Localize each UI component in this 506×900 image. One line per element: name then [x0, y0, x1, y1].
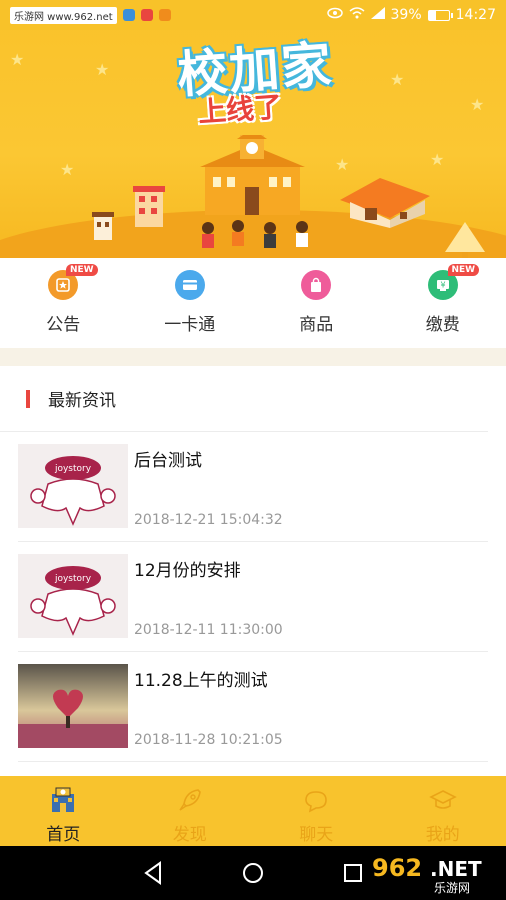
building-illustration	[133, 186, 165, 227]
star-decoration: ★	[390, 70, 405, 89]
news-item[interactable]: joystory 后台测试 2018-12-21 15:04:32	[18, 432, 488, 542]
new-badge: NEW	[66, 264, 98, 276]
quick-menu-goods[interactable]: 商品	[253, 258, 380, 348]
quick-menu-card[interactable]: 一卡通	[127, 258, 254, 348]
quick-menu: NEW 公告 一卡通 商品 NEW ¥ 缴费	[0, 258, 506, 348]
app-notification-icon	[158, 9, 171, 21]
banner-subtitle: 上线了	[197, 90, 284, 129]
news-item[interactable]: joystory 12月份的安排 2018-12-11 11:30:00	[18, 542, 488, 652]
building-illustration	[92, 212, 114, 240]
star-decoration: ★	[470, 95, 485, 114]
back-button[interactable]	[103, 861, 203, 885]
news-title: 12月份的安排	[134, 561, 241, 581]
battery-percent: 39%	[390, 7, 422, 23]
svg-text:乐游网: 乐游网	[434, 881, 470, 895]
962-watermark-logo: 962 .NET 乐游网	[368, 850, 498, 896]
heart-tree-thumbnail	[18, 664, 128, 748]
quick-menu-label: 一卡通	[164, 315, 216, 335]
tab-label: 聊天	[299, 825, 334, 845]
clock: 14:27	[455, 7, 496, 23]
joystory-thumbnail: joystory	[18, 444, 128, 528]
star-decoration: ★	[335, 155, 350, 174]
header-accent-bar	[26, 389, 30, 408]
news-date: 2018-11-28 10:21:05	[134, 732, 283, 748]
news-header-title: 最新资讯	[48, 391, 116, 411]
tree-illustration	[445, 222, 485, 258]
chat-icon	[305, 791, 328, 813]
system-nav-bar: 962 .NET 乐游网	[0, 846, 506, 900]
signal-icon	[370, 7, 385, 23]
house-illustration	[340, 178, 430, 228]
svg-text:joystory: joystory	[54, 574, 92, 584]
new-badge: NEW	[447, 264, 480, 276]
app-notification-icon	[122, 9, 135, 21]
quick-menu-label: 公告	[46, 315, 81, 335]
battery-icon	[427, 9, 453, 21]
tab-chat[interactable]: 聊天	[253, 776, 380, 846]
news-item[interactable]: 11.28上午的测试 2018-11-28 10:21:05	[18, 652, 488, 762]
quick-menu-label: 商品	[299, 315, 334, 335]
news-date: 2018-12-11 11:30:00	[134, 622, 283, 638]
students-illustration	[202, 220, 308, 248]
news-date: 2018-12-21 15:04:32	[134, 512, 283, 528]
svg-text:¥: ¥	[440, 281, 445, 290]
eye-icon	[326, 7, 343, 23]
tab-label: 首页	[46, 825, 81, 845]
site-watermark: 乐游网 www.962.net	[10, 6, 117, 24]
star-decoration: ★	[10, 50, 25, 69]
home-button[interactable]	[203, 861, 303, 885]
bottom-tab-bar: 首页 发现 聊天 我的	[0, 776, 506, 846]
tab-discover[interactable]: 发现	[127, 776, 254, 846]
tab-home[interactable]: 首页	[0, 776, 127, 846]
shopping-bag-icon	[301, 270, 332, 300]
star-decoration: ★	[430, 150, 445, 169]
status-bar: 乐游网 www.962.net 39% 14:27	[0, 0, 506, 30]
card-icon	[174, 270, 205, 300]
news-title: 11.28上午的测试	[134, 671, 268, 691]
hero-banner[interactable]: ★ ★ ★ ★ ★ ★ ★ 校加家 上线了	[0, 0, 506, 258]
quick-menu-label: 缴费	[425, 315, 460, 335]
svg-text:joystory: joystory	[54, 464, 92, 474]
svg-text:962: 962	[372, 854, 422, 882]
news-list: joystory 后台测试 2018-12-21 15:04:32 joysto…	[0, 432, 506, 762]
tab-mine[interactable]: 我的	[380, 776, 506, 846]
quick-menu-notice[interactable]: NEW 公告	[0, 258, 127, 348]
school-icon	[52, 787, 75, 812]
quick-menu-payment[interactable]: NEW ¥ 缴费	[380, 258, 506, 348]
tab-label: 我的	[425, 825, 460, 845]
graduation-cap-icon	[428, 790, 457, 809]
section-divider	[0, 348, 506, 366]
star-decoration: ★	[60, 160, 75, 179]
school-building-illustration	[200, 135, 305, 215]
star-decoration: ★	[95, 60, 110, 79]
joystory-thumbnail: joystory	[18, 554, 128, 638]
svg-text:.NET: .NET	[430, 857, 482, 881]
news-section: 最新资讯 joystory 后台测试 2018-12-21 15:04:32 j…	[0, 366, 506, 762]
rocket-icon	[179, 789, 201, 811]
news-header: 最新资讯	[0, 366, 488, 432]
tab-label: 发现	[172, 825, 207, 845]
app-notification-icon	[140, 9, 153, 21]
wifi-icon	[349, 7, 365, 23]
news-title: 后台测试	[134, 451, 202, 471]
